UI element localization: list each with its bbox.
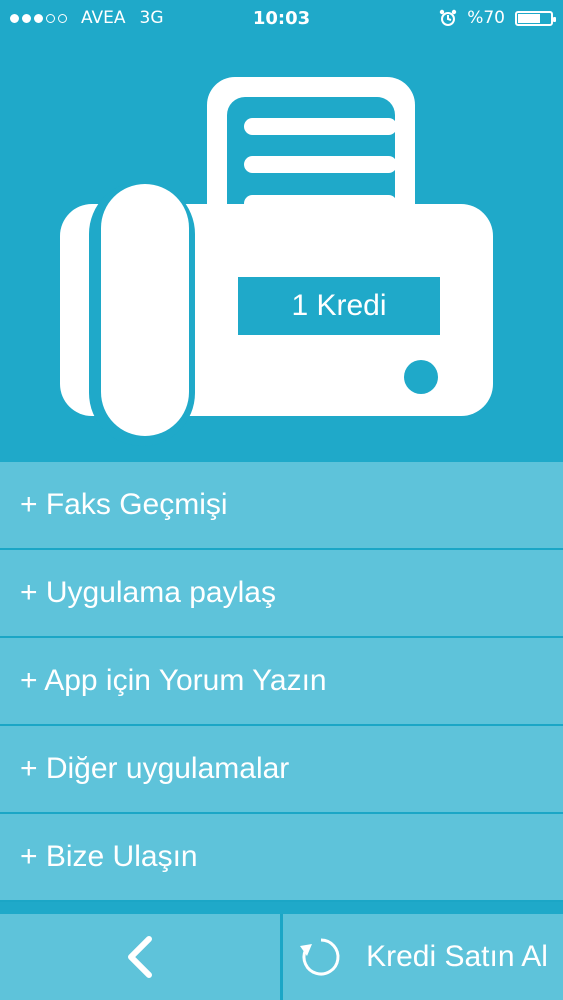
menu-item-label: + Uygulama paylaş [20,576,276,609]
credits-display: 1 Kredi [238,277,440,335]
battery-icon [515,10,556,26]
menu-list: + Faks Geçmişi + Uygulama paylaş + App i… [0,462,563,902]
network-type: 3G [139,8,164,28]
buy-credits-button[interactable]: Kredi Satın Al [283,914,563,1000]
menu-item-contact-us[interactable]: + Bize Ulaşın [0,814,563,902]
menu-item-label: + Diğer uygulamalar [20,752,290,785]
menu-item-label: + Bize Ulaşın [20,840,198,873]
menu-item-label: + App için Yorum Yazın [20,664,327,697]
bottom-bar: Kredi Satın Al [0,914,563,1000]
signal-strength-icon [10,13,67,23]
hero-area: 1 Kredi [0,36,563,462]
menu-item-label: + Faks Geçmişi [20,488,228,521]
carrier-name: AVEA [81,8,126,28]
buy-credits-label: Kredi Satın Al [366,940,548,973]
menu-item-other-apps[interactable]: + Diğer uygulamalar [0,726,563,814]
chevron-left-icon [128,936,152,978]
refresh-icon [300,938,340,976]
battery-percent: %70 [467,8,505,28]
fax-machine-icon [60,77,493,446]
status-left: AVEA 3G [0,8,164,28]
alarm-icon [440,9,457,26]
back-button[interactable] [0,914,280,1000]
menu-item-share-app[interactable]: + Uygulama paylaş [0,550,563,638]
status-right: %70 [439,8,563,28]
status-bar: AVEA 3G 10:03 %70 [0,0,563,36]
menu-item-write-review[interactable]: + App için Yorum Yazın [0,638,563,726]
menu-item-fax-history[interactable]: + Faks Geçmişi [0,462,563,550]
